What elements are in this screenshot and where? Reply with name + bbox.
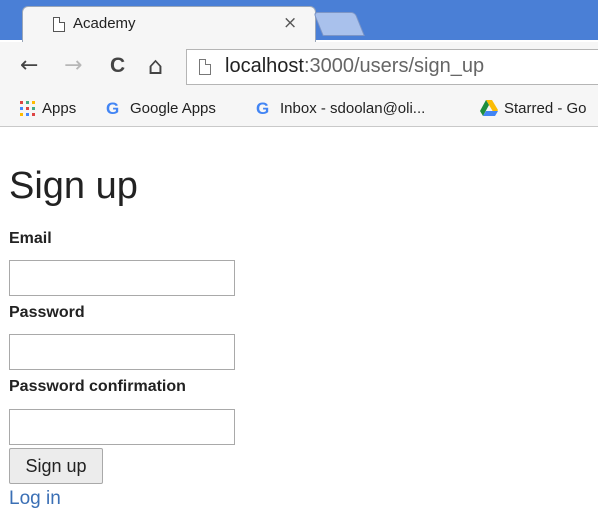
google-icon: G	[106, 99, 120, 118]
email-label: Email	[9, 230, 52, 247]
tab-title: Academy	[73, 15, 136, 32]
bookmark-label: Inbox - sdoolan@oli...	[280, 100, 426, 117]
close-icon[interactable]: ×	[283, 13, 297, 33]
url-host: localhost	[225, 55, 304, 77]
url-text: localhost:3000/users/sign_up	[225, 55, 484, 78]
home-icon[interactable]: ⌂	[148, 54, 163, 78]
password-confirmation-field[interactable]	[9, 409, 235, 445]
forward-arrow-icon[interactable]: →	[64, 55, 82, 77]
new-tab-button[interactable]	[313, 12, 365, 36]
page-icon	[199, 59, 211, 75]
page-icon	[53, 17, 65, 32]
bookmark-label: Google Apps	[130, 100, 216, 117]
address-bar[interactable]: localhost:3000/users/sign_up	[186, 49, 598, 85]
password-confirmation-label: Password confirmation	[9, 378, 186, 395]
apps-grid-icon	[20, 101, 35, 116]
bookmarks-bar: Apps G Google Apps G Inbox - sdoolan@oli…	[0, 92, 598, 127]
back-arrow-icon[interactable]: ←	[20, 55, 38, 77]
tab-academy[interactable]: Academy ×	[22, 6, 316, 43]
tab-strip: Academy ×	[0, 0, 598, 43]
password-label: Password	[9, 304, 85, 321]
url-path: :3000/users/sign_up	[303, 55, 485, 77]
page-title: Sign up	[9, 165, 138, 207]
reload-icon[interactable]: C	[110, 55, 125, 77]
bookmark-label: Apps	[42, 100, 77, 117]
toolbar: ← → C ⌂ localhost:3000/users/sign_up	[0, 42, 598, 92]
bookmark-label: Starred - Go	[504, 100, 587, 117]
log-in-link[interactable]: Log in	[9, 488, 61, 510]
google-drive-icon	[480, 100, 498, 116]
google-icon: G	[256, 99, 270, 118]
password-field[interactable]	[9, 334, 235, 370]
email-field[interactable]	[9, 260, 235, 296]
sign-up-button[interactable]: Sign up	[9, 448, 103, 484]
